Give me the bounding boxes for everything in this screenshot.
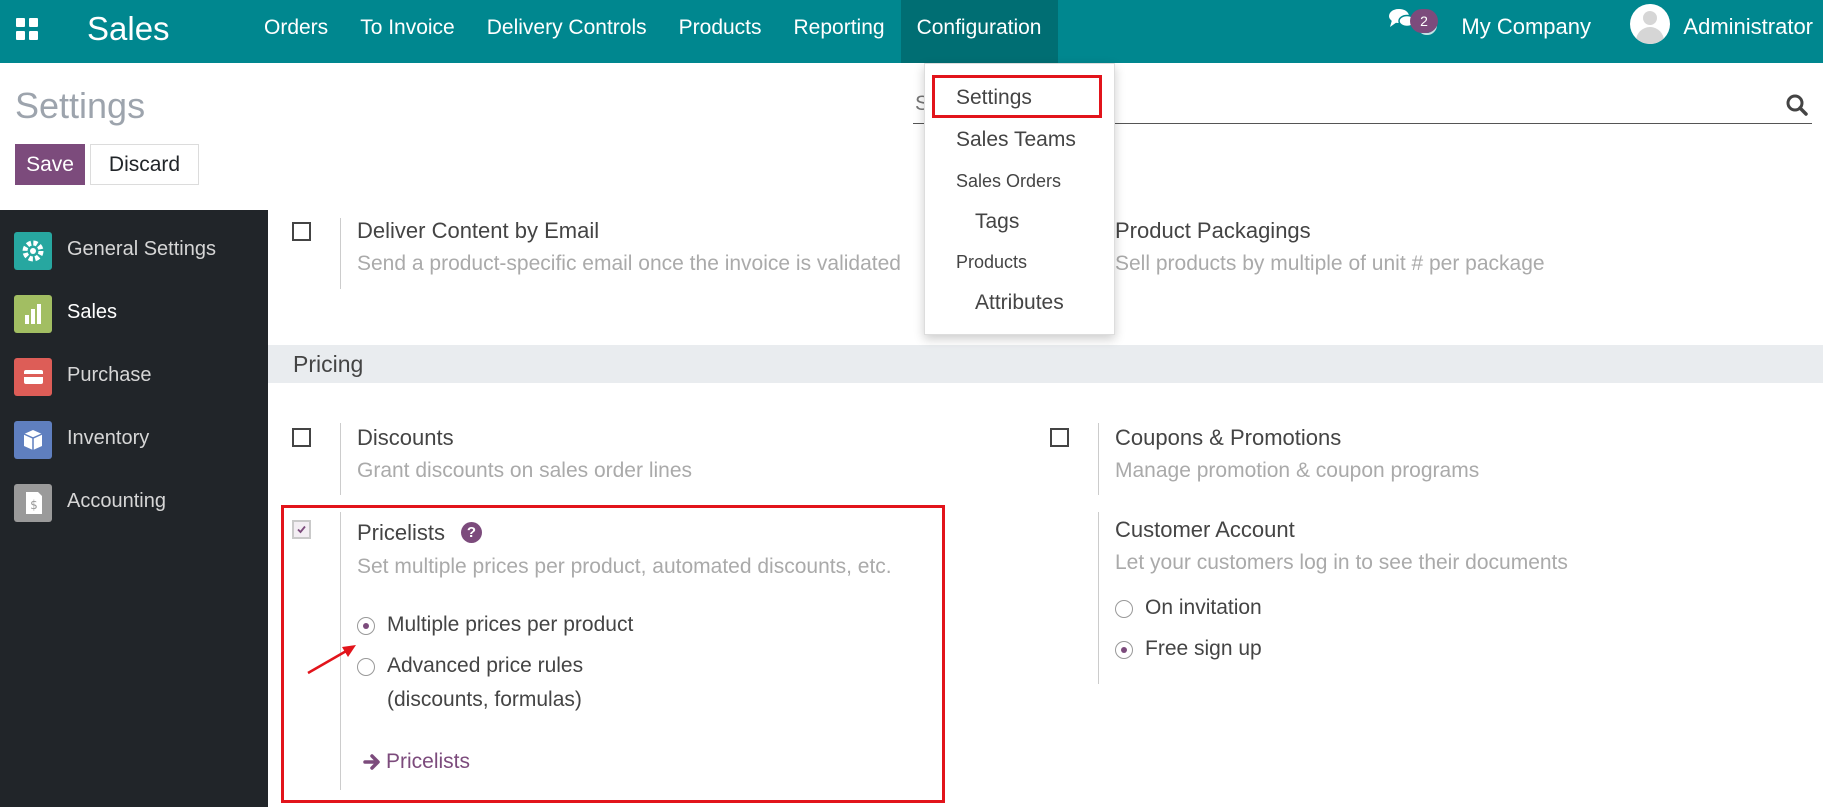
- on-invitation-label: On invitation: [1145, 596, 1262, 619]
- company-switcher[interactable]: My Company: [1461, 14, 1591, 40]
- box-icon: [14, 421, 52, 459]
- divider: [1098, 423, 1099, 495]
- search-icon[interactable]: [1786, 94, 1808, 116]
- sidebar-item-label: Sales: [67, 301, 118, 323]
- settings-highlight-box: [932, 75, 1102, 118]
- product-packagings-title: Product Packagings: [1115, 218, 1311, 243]
- deliver-content-title: Deliver Content by Email: [357, 218, 600, 243]
- credit-card-icon: [14, 358, 52, 396]
- app-title[interactable]: Sales: [87, 10, 170, 48]
- invoice-dollar-icon: $: [14, 484, 52, 522]
- dropdown-header-sales-orders: Sales Orders: [956, 171, 1062, 191]
- sidebar-item-inventory[interactable]: Inventory: [0, 407, 268, 469]
- sidebar-item-sales[interactable]: Sales: [0, 281, 268, 343]
- dropdown-header-products: Products: [956, 252, 1028, 272]
- pricing-section-title: Pricing: [293, 351, 364, 377]
- discounts-checkbox[interactable]: [292, 428, 311, 447]
- deliver-content-checkbox[interactable]: [292, 222, 311, 241]
- menu-reporting[interactable]: Reporting: [778, 0, 901, 63]
- sidebar-item-general-settings[interactable]: General Settings: [0, 218, 268, 280]
- discounts-title: Discounts: [357, 425, 454, 450]
- dropdown-item-sales-teams[interactable]: Sales Teams: [956, 128, 1076, 152]
- sales-chart-icon: [14, 295, 52, 333]
- deliver-content-desc: Send a product-specific email once the i…: [357, 252, 901, 275]
- top-navbar: Sales Orders To Invoice Delivery Control…: [0, 0, 1823, 63]
- product-packagings-desc: Sell products by multiple of unit # per …: [1115, 252, 1545, 275]
- divider: [340, 218, 341, 289]
- annotation-arrow-icon: [307, 645, 356, 675]
- save-button[interactable]: Save: [15, 144, 85, 185]
- menu-orders[interactable]: Orders: [248, 0, 344, 63]
- coupons-desc: Manage promotion & coupon programs: [1115, 459, 1480, 482]
- gear-icon: [14, 232, 52, 270]
- user-menu[interactable]: Administrator: [1683, 14, 1813, 40]
- discard-button[interactable]: Discard: [90, 144, 199, 185]
- user-avatar[interactable]: [1630, 4, 1670, 44]
- page-title: Settings: [15, 85, 146, 126]
- svg-text:$: $: [30, 498, 38, 512]
- menu-delivery-controls[interactable]: Delivery Controls: [471, 0, 663, 63]
- dropdown-item-attributes[interactable]: Attributes: [975, 291, 1064, 315]
- free-signup-label: Free sign up: [1145, 637, 1262, 660]
- customer-account-title: Customer Account: [1115, 517, 1295, 542]
- menu-products[interactable]: Products: [663, 0, 778, 63]
- menu-to-invoice[interactable]: To Invoice: [344, 0, 471, 63]
- sidebar-item-purchase[interactable]: Purchase: [0, 344, 268, 406]
- sidebar-item-label: General Settings: [67, 238, 216, 260]
- free-signup-radio[interactable]: [1115, 641, 1133, 659]
- pricelists-highlight-box: [281, 505, 945, 803]
- sidebar-item-label: Inventory: [67, 427, 150, 449]
- pricing-section-header: Pricing: [268, 345, 1823, 383]
- apps-grid-icon[interactable]: [16, 18, 38, 40]
- configuration-dropdown: Settings Sales Teams Sales Orders Tags P…: [924, 63, 1115, 335]
- discounts-desc: Grant discounts on sales order lines: [357, 459, 693, 482]
- customer-account-desc: Let your customers log in to see their d…: [1115, 551, 1568, 574]
- sidebar-item-label: Accounting: [67, 490, 166, 512]
- control-panel: Settings Save Discard: [0, 63, 1823, 211]
- coupons-checkbox[interactable]: [1050, 428, 1069, 447]
- dropdown-item-tags[interactable]: Tags: [975, 210, 1019, 234]
- on-invitation-radio[interactable]: [1115, 600, 1133, 618]
- main-menu: Orders To Invoice Delivery Controls Prod…: [248, 0, 1058, 63]
- menu-configuration[interactable]: Configuration: [900, 0, 1058, 63]
- divider: [1098, 512, 1099, 684]
- message-count-badge[interactable]: 2: [1410, 9, 1438, 33]
- divider: [340, 423, 341, 495]
- settings-sidebar: General Settings Sales Purchase Inventor…: [0, 210, 268, 807]
- sidebar-item-accounting[interactable]: $ Accounting: [0, 470, 268, 532]
- sidebar-item-label: Purchase: [67, 364, 152, 386]
- coupons-title: Coupons & Promotions: [1115, 425, 1342, 450]
